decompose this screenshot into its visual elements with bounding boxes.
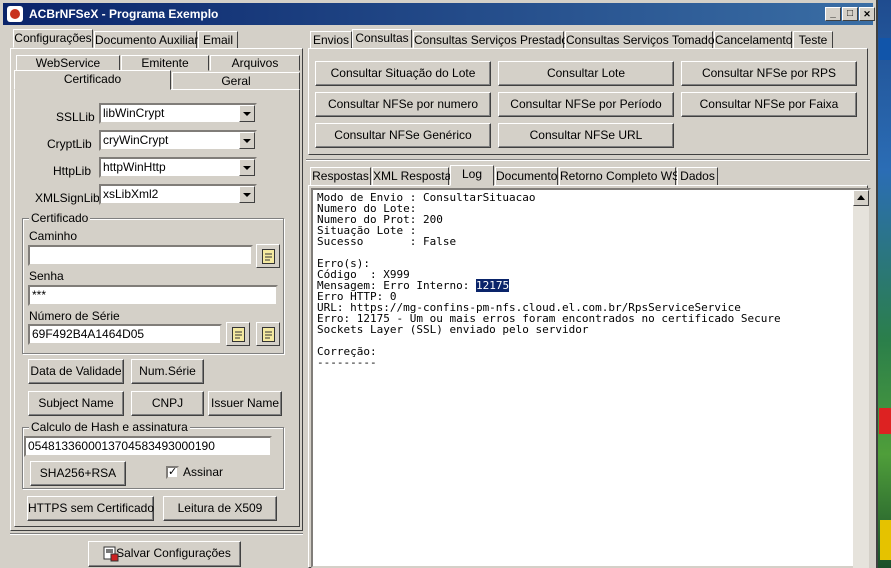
splitter[interactable] xyxy=(306,159,870,161)
chevron-up-icon xyxy=(857,195,865,200)
salvar-configuracoes-label: Salvar Configurações xyxy=(116,546,231,560)
cryptlib-value: cryWinCrypt xyxy=(103,133,169,147)
desktop-icon-fragment xyxy=(879,408,891,434)
cnpj-button[interactable]: CNPJ xyxy=(131,391,204,416)
senha-label: Senha xyxy=(29,269,64,283)
chevron-down-icon[interactable] xyxy=(239,132,255,149)
desktop-icon-fragment xyxy=(879,38,891,60)
numero-serie-input[interactable]: 69F492B4A1464D05 xyxy=(28,324,222,345)
log-line: --------- xyxy=(317,356,377,369)
caminho-input[interactable] xyxy=(28,245,253,266)
xmlsignlib-value: xsLibXml2 xyxy=(103,187,159,201)
num-serie-button[interactable]: Num.Série xyxy=(131,359,204,384)
salvar-configuracoes-button[interactable]: Salvar Configurações xyxy=(88,541,241,567)
tab-certificado[interactable]: Certificado xyxy=(14,70,171,90)
consultar-nfse-numero-button[interactable]: Consultar NFSe por numero xyxy=(315,92,491,117)
tab-consultas[interactable]: Consultas xyxy=(352,29,412,48)
desktop-background xyxy=(878,0,891,568)
consultar-lote-button[interactable]: Consultar Lote xyxy=(498,61,674,86)
consultar-nfse-url-button[interactable]: Consultar NFSe URL xyxy=(498,123,674,148)
title-bar[interactable]: ACBrNFSeX - Programa Exemplo _ □ ✕ xyxy=(3,3,875,25)
leitura-x509-button[interactable]: Leitura de X509 xyxy=(163,496,277,521)
xmlsignlib-select[interactable]: xsLibXml2 xyxy=(99,184,257,205)
tab-webservice[interactable]: WebService xyxy=(16,55,120,71)
hash-group-title: Calculo de Hash e assinatura xyxy=(29,420,190,434)
chevron-down-icon[interactable] xyxy=(239,159,255,176)
selected-text: 12175 xyxy=(475,279,510,292)
assinar-checkbox[interactable]: ✓ xyxy=(166,466,179,479)
document-icon xyxy=(262,327,275,342)
httplib-value: httpWinHttp xyxy=(103,160,166,174)
httplib-select[interactable]: httpWinHttp xyxy=(99,157,257,178)
tab-respostas[interactable]: Respostas xyxy=(310,167,371,186)
sha256-rsa-button[interactable]: SHA256+RSA xyxy=(30,461,126,486)
chevron-down-icon[interactable] xyxy=(239,186,255,203)
consultar-nfse-rps-button[interactable]: Consultar NFSe por RPS xyxy=(681,61,857,86)
chevron-down-icon[interactable] xyxy=(239,105,255,122)
tab-documento[interactable]: Documento xyxy=(495,167,558,186)
senha-input[interactable]: *** xyxy=(28,285,278,306)
ssllib-label: SSLLib xyxy=(56,110,95,124)
certificate-info-button[interactable] xyxy=(256,322,280,346)
numero-serie-label: Número de Série xyxy=(29,309,120,323)
hash-input[interactable]: 0548133600013704583493000190 xyxy=(24,436,272,457)
consultar-nfse-generico-button[interactable]: Consultar NFSe Genérico xyxy=(315,123,491,148)
document-icon xyxy=(232,327,245,342)
https-sem-certificado-button[interactable]: HTTPS sem Certificado xyxy=(27,496,154,521)
document-icon xyxy=(262,249,275,264)
minimize-button[interactable]: _ xyxy=(825,7,841,21)
ssllib-select[interactable]: libWinCrypt xyxy=(99,103,257,124)
close-button[interactable]: ✕ xyxy=(859,7,875,21)
tab-arquivos[interactable]: Arquivos xyxy=(210,55,300,71)
tab-emitente[interactable]: Emitente xyxy=(121,55,209,71)
tab-configuracoes[interactable]: Configurações xyxy=(13,29,93,48)
issuer-name-button[interactable]: Issuer Name xyxy=(208,391,282,416)
cryptlib-select[interactable]: cryWinCrypt xyxy=(99,130,257,151)
tab-log[interactable]: Log xyxy=(450,165,494,186)
scroll-up-button[interactable] xyxy=(853,190,869,206)
log-line: Correção: xyxy=(317,345,377,358)
data-validade-button[interactable]: Data de Validade xyxy=(28,359,124,384)
subject-name-button[interactable]: Subject Name xyxy=(28,391,124,416)
caminho-label: Caminho xyxy=(29,229,78,243)
consultar-nfse-faixa-button[interactable]: Consultar NFSe por Faixa xyxy=(681,92,857,117)
consultar-situacao-lote-button[interactable]: Consultar Situação do Lote xyxy=(315,61,491,86)
tab-dados[interactable]: Dados xyxy=(677,167,718,186)
divider xyxy=(10,533,303,535)
log-scrollbar[interactable] xyxy=(853,190,869,568)
consultar-nfse-periodo-button[interactable]: Consultar NFSe por Período xyxy=(498,92,674,117)
log-line: Sockets Layer (SSL) enviado pelo servido… xyxy=(317,323,589,336)
app-icon xyxy=(7,6,23,22)
window-title: ACBrNFSeX - Programa Exemplo xyxy=(29,7,219,21)
certificado-group-title: Certificado xyxy=(29,211,91,225)
save-icon xyxy=(103,546,119,562)
desktop-icon-fragment xyxy=(880,520,891,560)
log-memo[interactable]: Modo de Envio : ConsultarSituacao Numero… xyxy=(311,188,871,568)
assinar-label: Assinar xyxy=(183,465,224,479)
tab-retorno-completo-ws[interactable]: Retorno Completo WS xyxy=(559,167,680,186)
ssllib-value: libWinCrypt xyxy=(103,106,165,120)
httplib-label: HttpLib xyxy=(53,164,92,178)
maximize-button[interactable]: □ xyxy=(842,7,858,21)
select-certificate-button[interactable] xyxy=(226,322,250,346)
tab-geral[interactable]: Geral xyxy=(172,72,300,90)
tab-xml-resposta[interactable]: XML Resposta xyxy=(372,167,451,186)
log-line: Sucesso : False xyxy=(317,235,457,248)
cryptlib-label: CryptLib xyxy=(47,137,92,151)
log-line-mensagem: Mensagem: Erro Interno: 12175 xyxy=(317,279,865,292)
browse-file-button[interactable] xyxy=(256,244,280,268)
main-window: ACBrNFSeX - Programa Exemplo _ □ ✕ Confi… xyxy=(0,0,878,568)
xmlsignlib-label: XMLSignLib xyxy=(35,191,100,205)
